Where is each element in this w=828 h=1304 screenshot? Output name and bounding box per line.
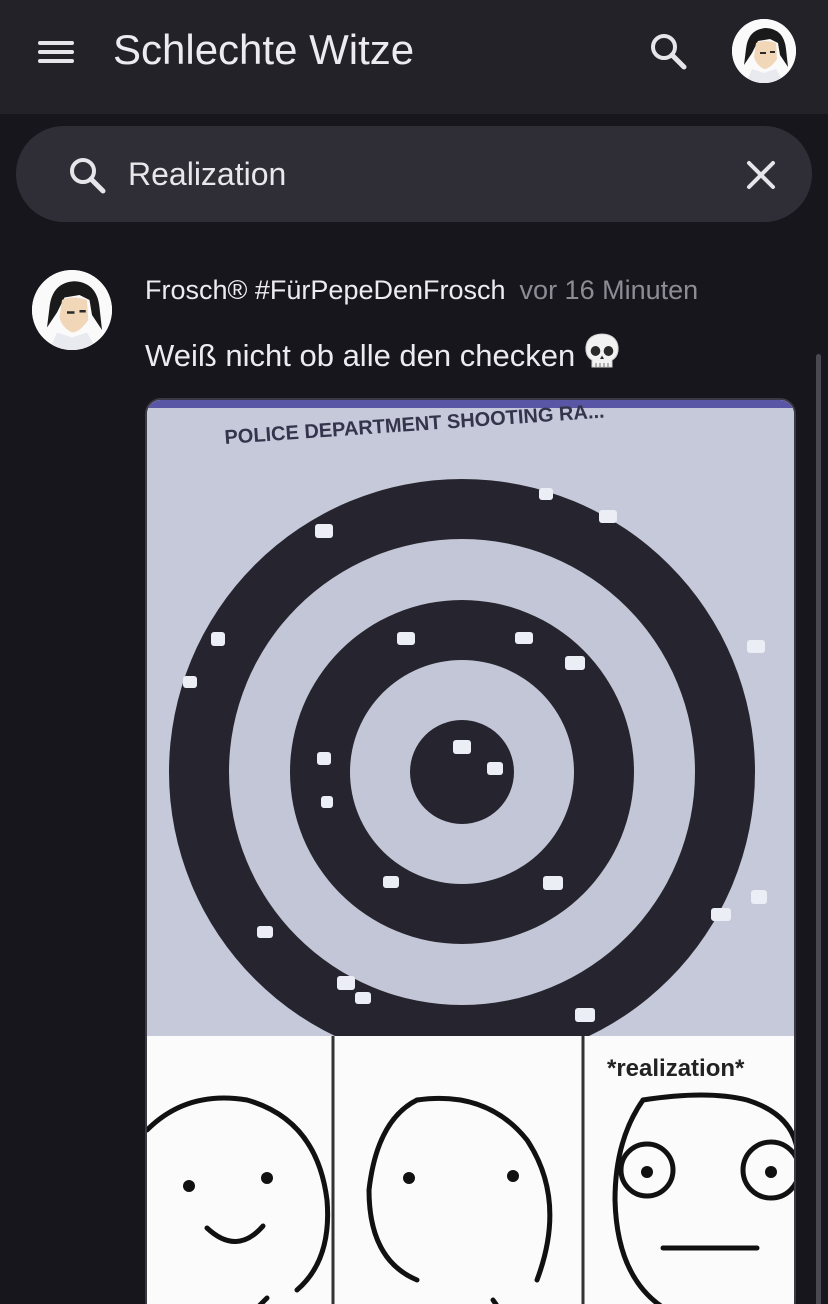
author-name[interactable]: Frosch® #FürPepeDenFrosch	[145, 275, 506, 305]
close-icon[interactable]	[738, 152, 784, 198]
search-bar	[16, 126, 812, 222]
hamburger-menu-icon[interactable]	[36, 38, 76, 66]
panel-caption: *realization*	[607, 1055, 745, 1082]
app-title: Schlechte Witze	[113, 26, 415, 73]
scrollbar[interactable]	[816, 354, 821, 1304]
post-image[interactable]: POLICE DEPARTMENT SHOOTING RA... *realiz…	[145, 398, 796, 1304]
user-avatar[interactable]	[732, 19, 796, 83]
post-timestamp: vor 16 Minuten	[519, 275, 699, 305]
skull-icon	[583, 332, 621, 372]
author-avatar[interactable]	[32, 270, 112, 350]
search-icon	[64, 152, 110, 198]
app-bar: Schlechte Witze	[0, 0, 828, 114]
post-text: Weiß nicht ob alle den checken	[145, 332, 621, 376]
post-text-content: Weiß nicht ob alle den checken	[145, 338, 576, 373]
search-input[interactable]	[128, 150, 708, 198]
search-icon[interactable]	[645, 28, 691, 74]
post-header: Frosch® #FürPepeDenFrosch vor 16 Minuten	[145, 274, 698, 306]
